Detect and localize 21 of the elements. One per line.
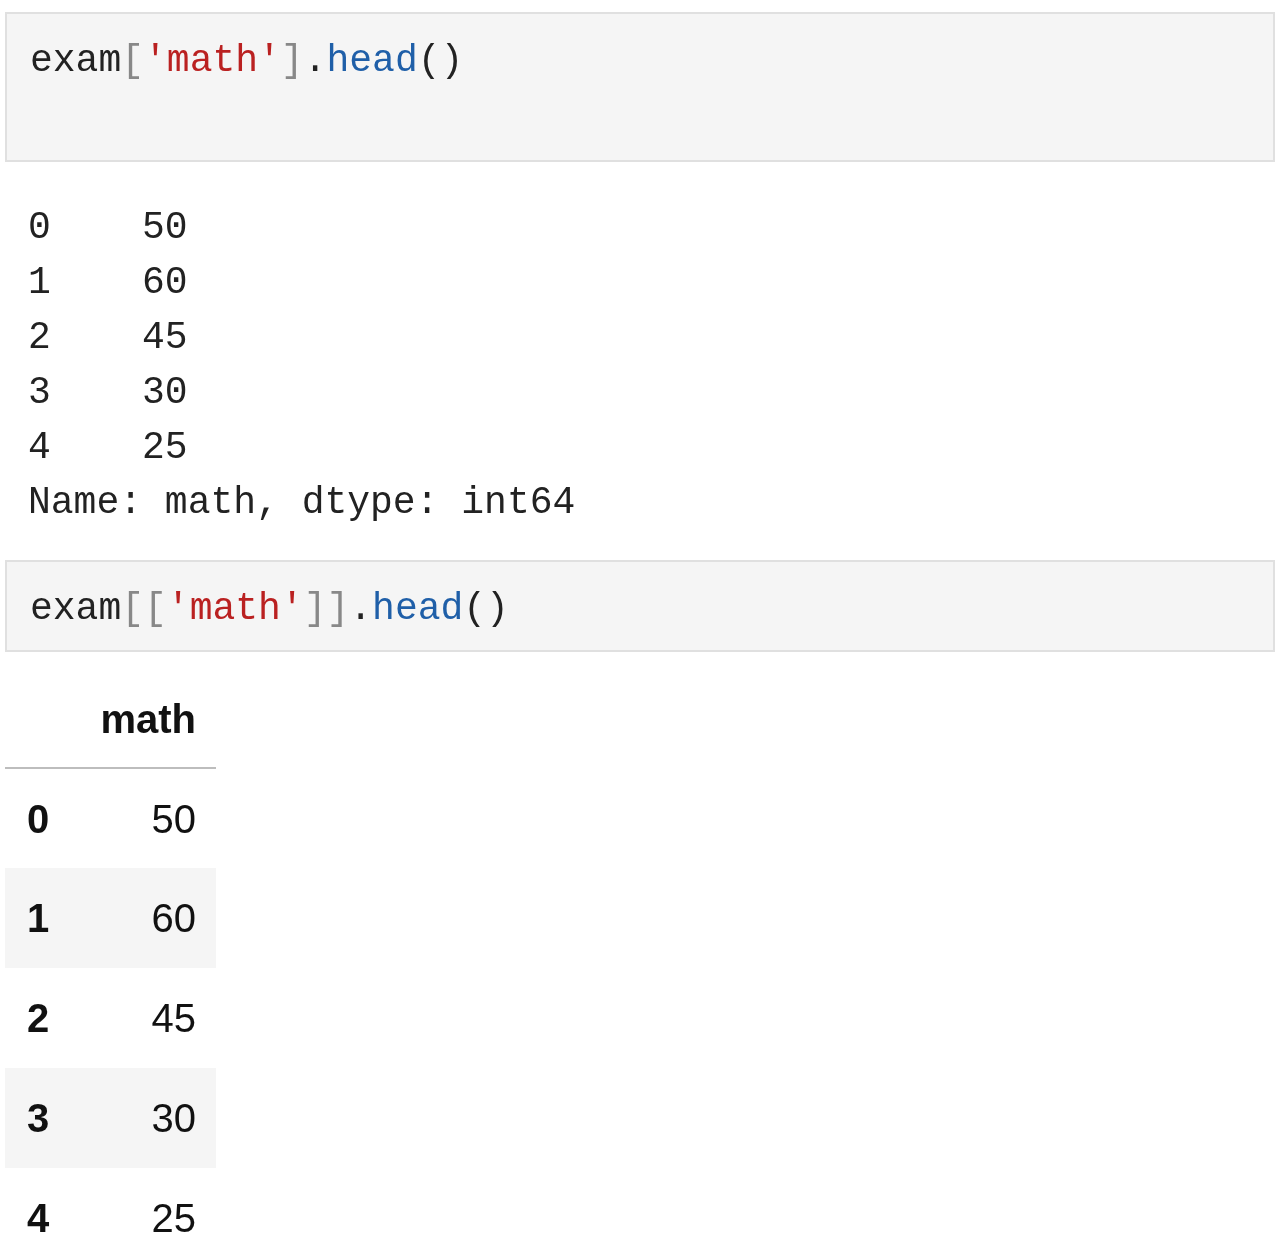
code-cell[interactable]: exam['math'].head() (5, 12, 1275, 162)
table-cell: 25 (63, 1168, 216, 1255)
output-line: Name: math, dtype: int64 (28, 480, 576, 526)
output-line: 3 30 (28, 370, 188, 416)
output-line: 4 25 (28, 425, 188, 471)
row-index: 0 (5, 768, 64, 868)
row-index: 2 (5, 968, 64, 1068)
code-line: exam[['math']].head() (30, 587, 509, 630)
table-cell: 50 (63, 768, 216, 868)
output-line: 0 50 (28, 205, 188, 251)
table-cell: 60 (63, 868, 216, 968)
code-line: exam['math'].head() (30, 39, 464, 82)
table-cell: 45 (63, 968, 216, 1068)
row-index: 1 (5, 868, 64, 968)
table-cell: 30 (63, 1068, 216, 1168)
row-index: 4 (5, 1168, 64, 1255)
output-line: 2 45 (28, 315, 188, 361)
code-cell[interactable]: exam[['math']].head() (5, 560, 1275, 652)
output-line: 1 60 (28, 260, 188, 306)
column-header: math (63, 670, 216, 768)
row-index: 3 (5, 1068, 64, 1168)
